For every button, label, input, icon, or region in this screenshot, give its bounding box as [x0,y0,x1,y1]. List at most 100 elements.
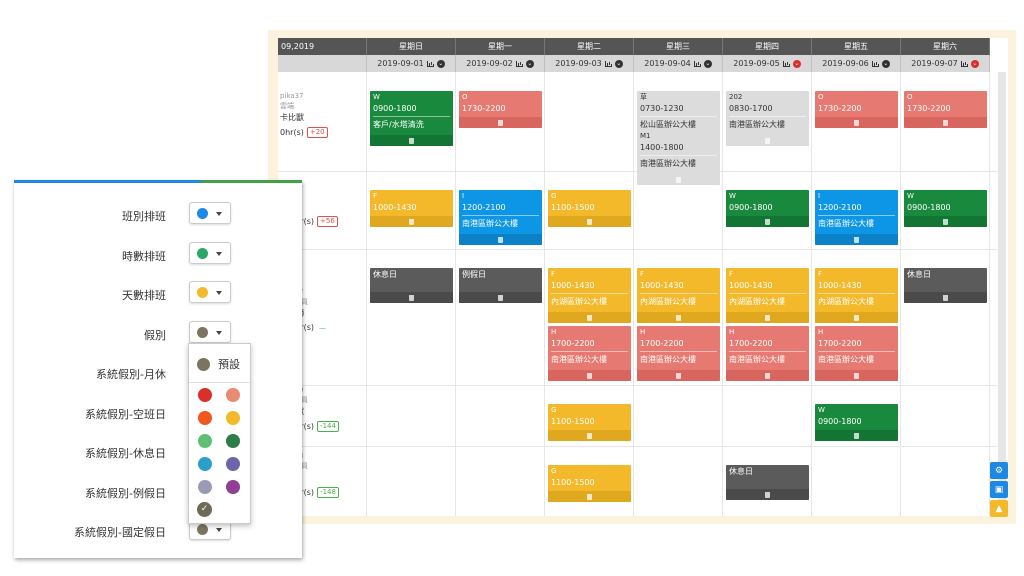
shift-card[interactable]: O 1730-2200 [815,91,898,128]
palette-color-option[interactable] [198,434,212,448]
shift-time: 1100-1500 [551,417,595,426]
delete-shift-button[interactable] [815,370,898,381]
palette-color-option[interactable] [198,411,212,425]
delete-shift-button[interactable] [548,491,631,502]
shift-card[interactable]: F 1000-1430 內湖區辦公大樓 [726,268,809,323]
day-header-3[interactable]: 星期三 [634,38,723,55]
delete-shift-button[interactable] [904,216,987,227]
dropdown-circle-icon[interactable]: ⌄ [792,59,801,68]
delete-shift-button[interactable] [637,174,720,185]
shift-location: 南港區辦公大樓 [640,155,717,169]
dropdown-circle-icon[interactable]: ⌄ [614,59,623,68]
delete-shift-button[interactable] [459,292,542,303]
shift-card[interactable]: F 1000-1430 [370,190,453,227]
chart-icon[interactable] [515,60,523,67]
delete-shift-button[interactable] [370,292,453,303]
day-header-2[interactable]: 星期二 [545,38,634,55]
day-header-5[interactable]: 星期五 [812,38,901,55]
dropdown-circle-icon[interactable]: ⌄ [525,59,534,68]
palette-color-option[interactable] [198,457,212,471]
delete-shift-button[interactable] [726,135,809,146]
chart-icon[interactable] [693,60,701,67]
shift-card[interactable]: H 1700-2200 南港區辦公大樓 [726,326,809,381]
shift-card[interactable]: 202 0830-1700 南港區辦公大樓 [726,91,809,146]
color-select-button[interactable] [189,241,231,264]
delete-shift-button[interactable] [726,312,809,323]
dropdown-circle-icon[interactable]: ⌄ [703,59,712,68]
dropdown-circle-icon[interactable]: ⌄ [881,59,890,68]
palette-color-option[interactable] [198,388,212,402]
chart-icon[interactable] [426,60,434,67]
shift-card[interactable]: G 1100-1500 [548,190,631,227]
shift-card[interactable]: I 1200-2100 南港區辦公大樓 [815,190,898,245]
shift-card[interactable]: H 1700-2200 南港區辦公大樓 [815,326,898,381]
palette-color-option[interactable] [226,388,240,402]
shift-card[interactable]: 休息日 [370,268,453,303]
palette-color-option[interactable] [226,480,240,494]
shift-card[interactable]: F 1000-1430 內湖區辦公大樓 [637,268,720,323]
delete-shift-button[interactable] [637,370,720,381]
delete-shift-button[interactable] [370,135,453,146]
chart-icon[interactable] [604,60,612,67]
palette-color-option[interactable] [226,457,240,471]
shift-card[interactable]: 例假日 [459,268,542,303]
shift-card[interactable]: 休息日 [726,465,809,500]
shift-card[interactable]: F 1000-1430 內湖區辦公大樓 [548,268,631,323]
shift-card[interactable]: H 1700-2200 南港區辦公大樓 [548,326,631,381]
shift-card[interactable]: I 1200-2100 南港區辦公大樓 [459,190,542,245]
palette-default-option[interactable]: 預設 [197,356,240,372]
calendar-check-icon[interactable]: ▣ [990,481,1008,498]
palette-color-option[interactable] [198,480,212,494]
shift-card[interactable]: W 0900-1800 [815,404,898,441]
delete-shift-button[interactable] [815,117,898,128]
delete-shift-button[interactable] [726,370,809,381]
shift-card[interactable]: O 1730-2200 [459,91,542,128]
shift-card[interactable]: W 0900-1800 [726,190,809,227]
delete-shift-button[interactable] [548,370,631,381]
delete-shift-button[interactable] [459,234,542,245]
chart-icon[interactable] [871,60,879,67]
shift-card[interactable]: O 1730-2200 [904,91,987,128]
chart-icon[interactable] [960,60,968,67]
delete-shift-button[interactable] [726,216,809,227]
delete-shift-button[interactable] [726,489,809,500]
shift-card[interactable]: 休息日 [904,268,987,303]
shift-card[interactable]: W 0900-1800 [904,190,987,227]
shift-card[interactable]: G 1100-1500 [548,404,631,441]
delete-shift-button[interactable] [370,216,453,227]
day-header-6[interactable]: 星期六 [901,38,990,55]
shift-card[interactable]: H 1700-2200 南港區辦公大樓 [637,326,720,381]
vertical-scrollbar[interactable] [998,72,1006,516]
color-select-button[interactable] [189,202,231,224]
settings-gear-icon[interactable]: ⚙ [990,462,1008,479]
delete-shift-button[interactable] [459,117,542,128]
trash-icon [854,314,859,321]
delete-shift-button[interactable] [637,312,720,323]
delete-shift-button[interactable] [815,430,898,441]
delete-shift-button[interactable] [815,312,898,323]
shift-card[interactable]: W 0900-1800 客戶/水塔清洗 [370,91,453,146]
delete-shift-button[interactable] [904,292,987,303]
hours-diff-badge: -148 [317,487,339,498]
delete-shift-button[interactable] [548,216,631,227]
palette-color-option[interactable] [226,411,240,425]
shift-card[interactable]: G 1100-1500 [548,465,631,502]
scroll-up-icon[interactable]: ▲ [990,500,1008,517]
delete-shift-button[interactable] [904,117,987,128]
dropdown-circle-icon[interactable]: ⌄ [970,59,979,68]
shift-card[interactable]: M1 1400-1800 南港區辦公大樓 [637,130,720,185]
day-header-1[interactable]: 星期一 [456,38,545,55]
chart-icon[interactable] [782,60,790,67]
delete-shift-button[interactable] [548,430,631,441]
color-select-button[interactable] [189,281,231,303]
palette-color-option[interactable] [226,434,240,448]
trash-icon [943,294,948,301]
day-header-4[interactable]: 星期四 [723,38,812,55]
dropdown-circle-icon[interactable]: ⌄ [436,59,445,68]
color-select-button[interactable] [189,320,231,343]
delete-shift-button[interactable] [815,234,898,245]
day-header-0[interactable]: 星期日 [367,38,456,55]
selected-check-icon[interactable]: ✓ [197,502,212,517]
delete-shift-button[interactable] [548,312,631,323]
shift-card[interactable]: F 1000-1430 內湖區辦公大樓 [815,268,898,323]
